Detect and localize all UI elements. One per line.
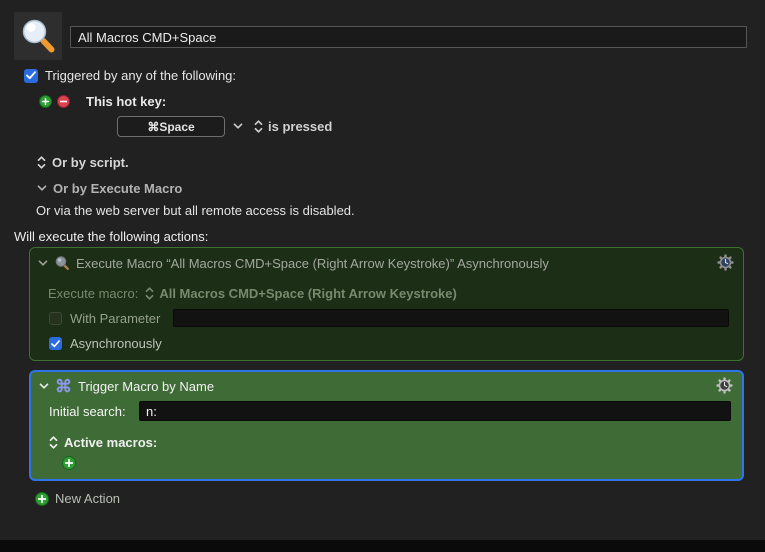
checkmark-icon xyxy=(51,340,60,348)
active-macros-popup[interactable]: Active macros: xyxy=(49,435,157,450)
hotkey-recorder[interactable]: ⌘Space xyxy=(117,116,225,137)
execute-macro-label: Execute macro: xyxy=(48,286,138,301)
minus-icon xyxy=(60,98,67,105)
actions-section-header: Will execute the following actions: xyxy=(14,229,208,244)
action-title: Trigger Macro by Name xyxy=(78,379,214,394)
new-action-label: New Action xyxy=(55,491,120,506)
active-macros-label: Active macros: xyxy=(64,435,157,450)
popup-updown-icon xyxy=(254,120,263,133)
initial-search-row: Initial search: xyxy=(49,404,126,419)
macro-editor-window: Triggered by any of the following: This … xyxy=(0,0,765,552)
plus-icon xyxy=(65,459,73,467)
macro-popup[interactable]: All Macros CMD+Space (Right Arrow Keystr… xyxy=(145,286,457,301)
with-parameter-row: With Parameter xyxy=(49,311,160,326)
or-by-execute-macro-disclosure[interactable]: Or by Execute Macro xyxy=(37,181,182,196)
action-execute-macro[interactable]: Execute Macro “All Macros CMD+Space (Rig… xyxy=(29,247,744,361)
bottom-divider xyxy=(0,540,765,552)
collapse-chevron-icon[interactable] xyxy=(39,383,49,390)
plus-icon xyxy=(42,98,49,105)
chevron-down-icon xyxy=(37,185,47,192)
popup-updown-icon xyxy=(49,436,58,449)
action-title: Execute Macro “All Macros CMD+Space (Rig… xyxy=(76,256,549,271)
hotkey-value: ⌘Space xyxy=(147,120,194,134)
triggered-by-checkbox[interactable] xyxy=(24,69,38,83)
parameter-input[interactable] xyxy=(173,309,729,327)
gear-icon[interactable] xyxy=(717,254,734,271)
new-action-button[interactable]: New Action xyxy=(35,491,120,506)
add-macro-row xyxy=(62,456,76,470)
action-header[interactable]: Execute Macro “All Macros CMD+Space (Rig… xyxy=(38,255,549,271)
execute-macro-icon xyxy=(54,255,70,271)
web-server-note: Or via the web server but all remote acc… xyxy=(36,203,355,218)
hotkey-condition-label: is pressed xyxy=(268,119,332,134)
chevron-down-icon[interactable] xyxy=(233,123,243,130)
asynchronously-row: Asynchronously xyxy=(49,336,162,351)
add-macro-button[interactable] xyxy=(62,456,76,470)
checkmark-icon xyxy=(26,71,36,80)
asynchronously-label: Asynchronously xyxy=(70,336,162,351)
gear-icon[interactable] xyxy=(716,377,733,394)
initial-search-input[interactable] xyxy=(139,401,731,421)
hotkey-label: This hot key: xyxy=(86,94,166,109)
magnifier-icon xyxy=(18,16,58,56)
triggered-by-row: Triggered by any of the following: xyxy=(24,68,236,83)
with-parameter-label: With Parameter xyxy=(70,311,160,326)
hotkey-value-row: ⌘Space is pressed xyxy=(117,116,332,137)
macro-icon-well[interactable] xyxy=(14,12,62,60)
or-by-script-label: Or by script. xyxy=(52,155,129,170)
macro-popup-value: All Macros CMD+Space (Right Arrow Keystr… xyxy=(159,286,457,301)
collapse-chevron-icon[interactable] xyxy=(38,260,48,267)
or-by-execute-macro-label: Or by Execute Macro xyxy=(53,181,182,196)
or-by-script-popup[interactable]: Or by script. xyxy=(37,155,129,170)
popup-updown-icon xyxy=(37,156,46,169)
execute-macro-row: Execute macro: All Macros CMD+Space (Rig… xyxy=(48,286,457,301)
action-header[interactable]: ⌘ Trigger Macro by Name xyxy=(39,378,214,395)
hotkey-header-row: This hot key: xyxy=(39,94,166,109)
initial-search-label: Initial search: xyxy=(49,404,126,419)
popup-updown-icon xyxy=(145,287,154,300)
asynchronously-checkbox[interactable] xyxy=(49,337,62,350)
command-icon: ⌘ xyxy=(55,378,72,395)
add-trigger-button[interactable] xyxy=(39,95,52,108)
action-trigger-macro-by-name[interactable]: ⌘ Trigger Macro by Name Initial search: xyxy=(29,370,744,481)
remove-trigger-button[interactable] xyxy=(57,95,70,108)
macro-name-input[interactable] xyxy=(70,26,747,48)
triggered-by-label: Triggered by any of the following: xyxy=(45,68,236,83)
hotkey-condition-popup[interactable]: is pressed xyxy=(254,119,332,134)
with-parameter-checkbox[interactable] xyxy=(49,312,62,325)
plus-icon xyxy=(35,492,49,506)
